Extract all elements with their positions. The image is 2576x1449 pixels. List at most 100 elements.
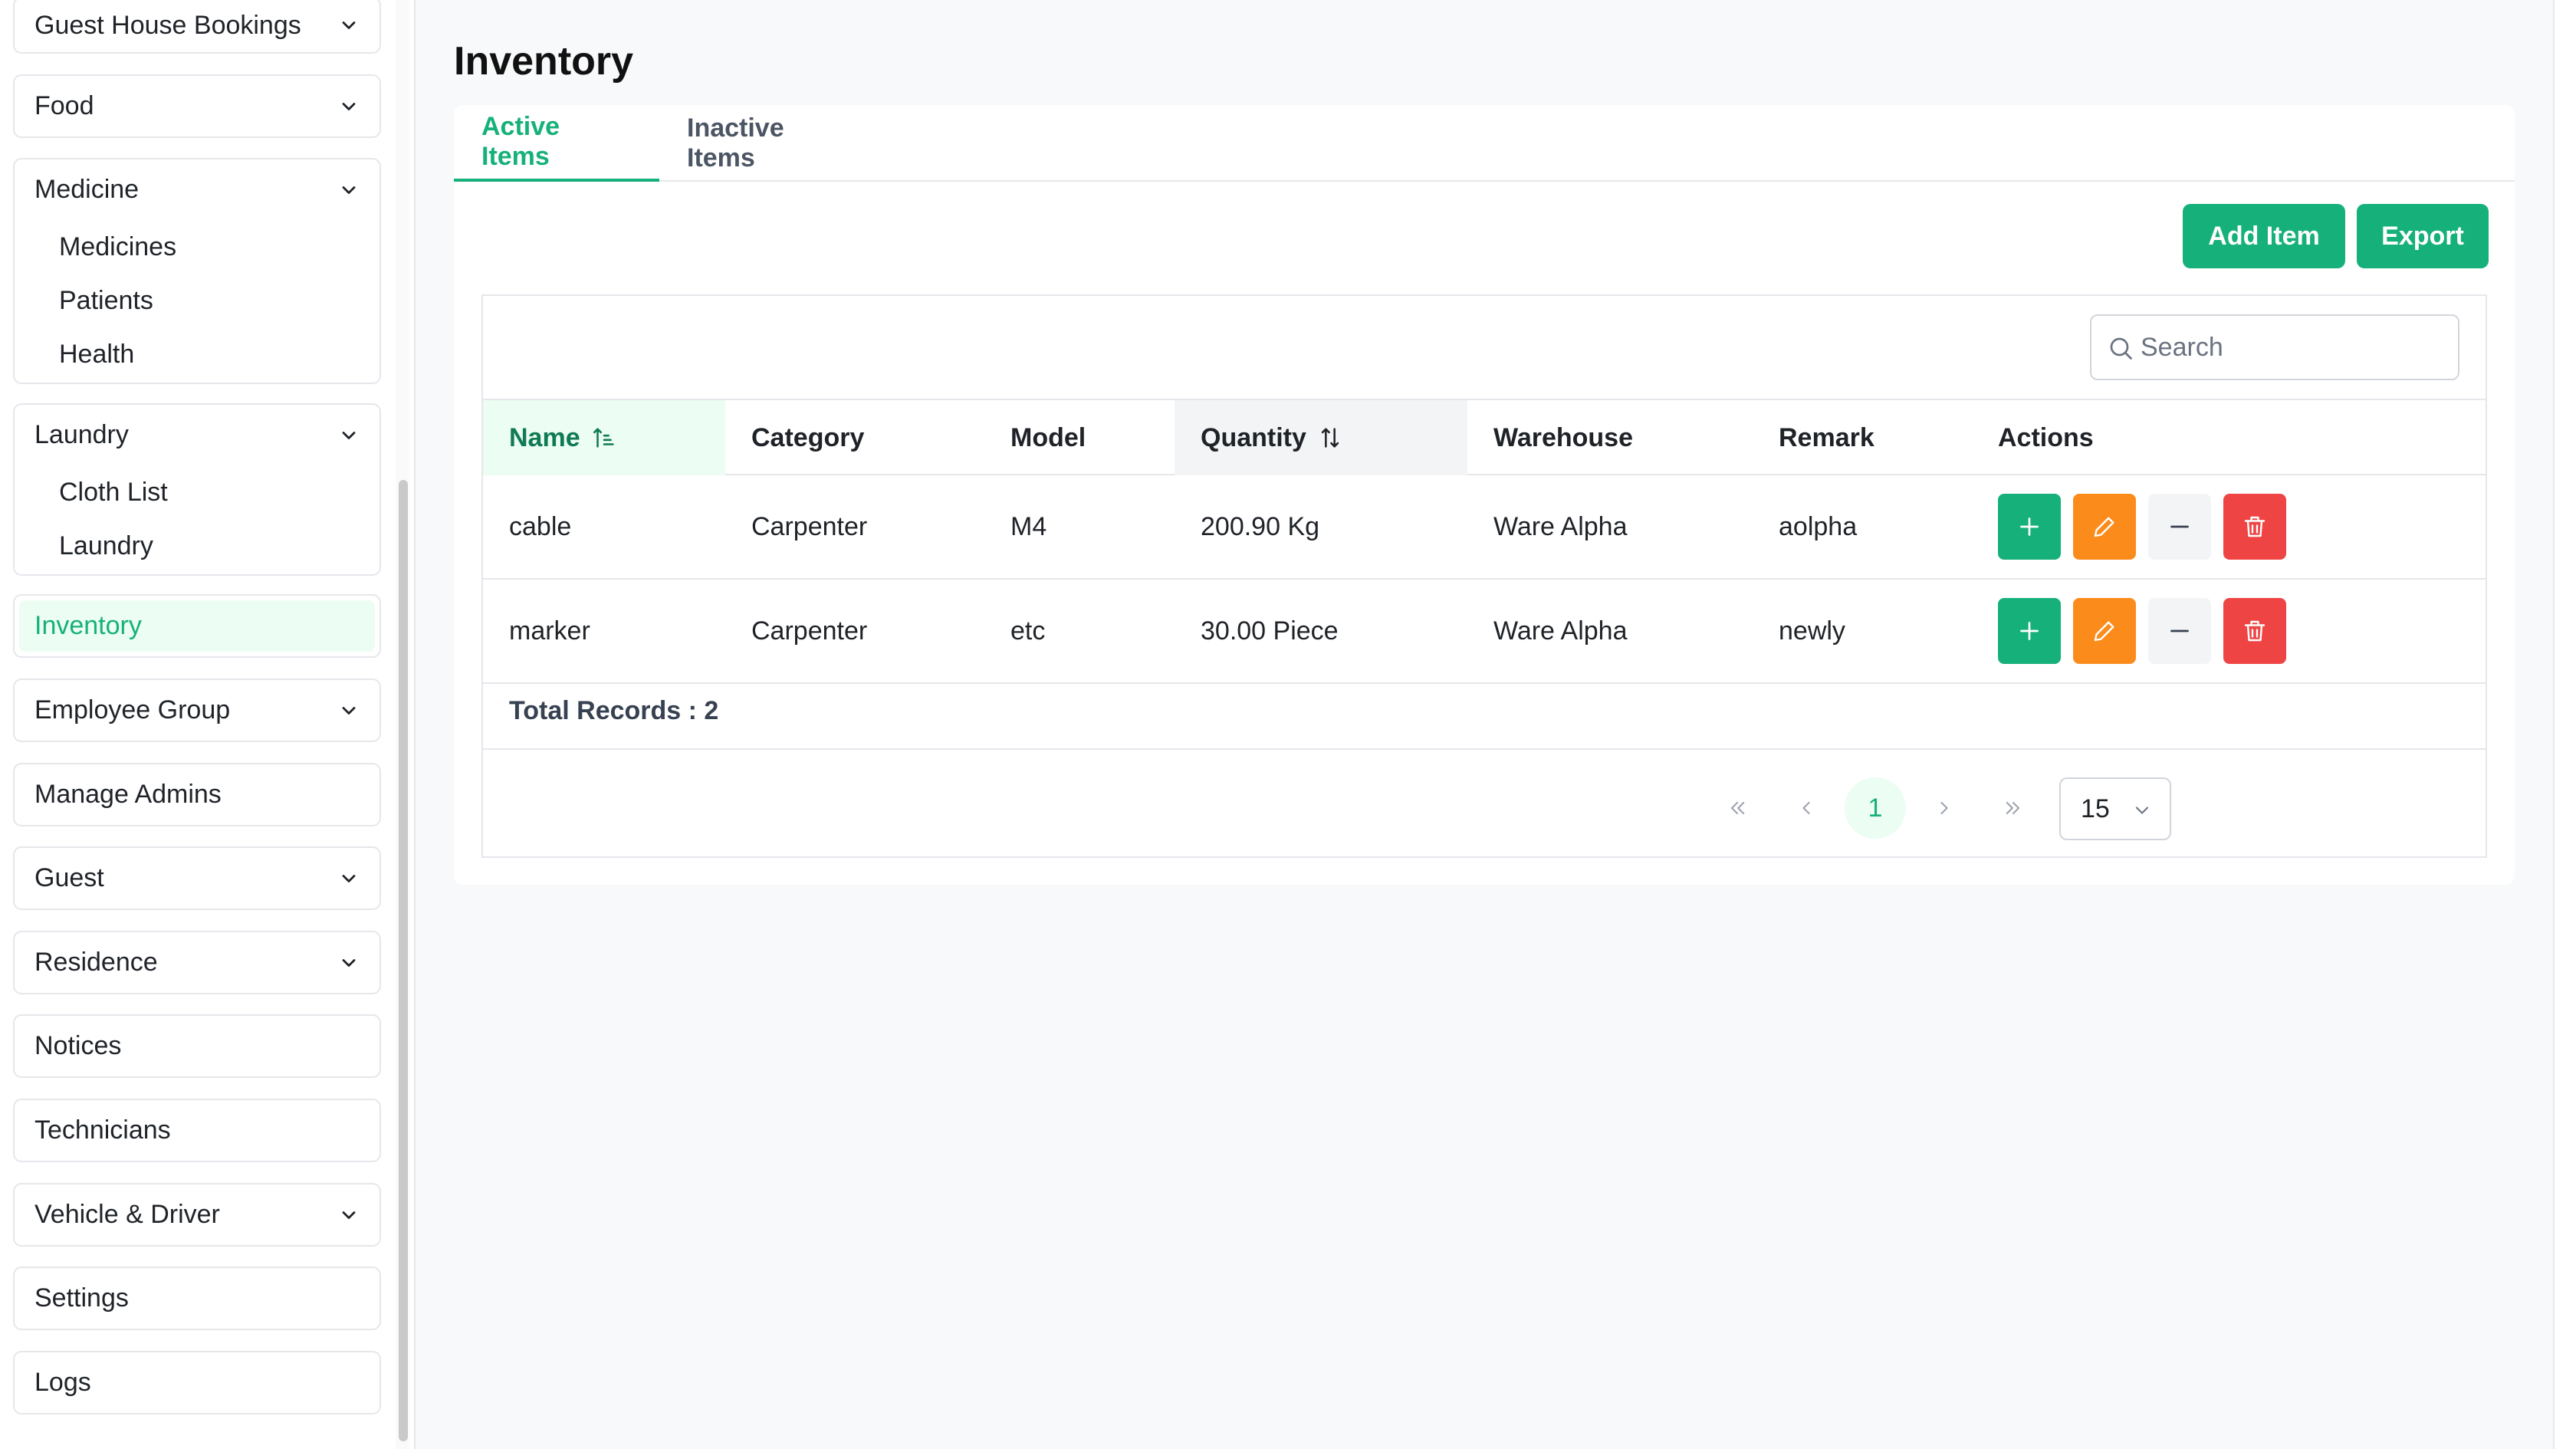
sidebar-item-logs[interactable]: Logs xyxy=(13,1351,381,1414)
cell-remark: aolpha xyxy=(1779,511,1858,541)
delete-button[interactable] xyxy=(2223,494,2286,560)
sidebar-item-inventory[interactable]: Inventory xyxy=(13,594,381,658)
chevrons-left-icon xyxy=(1730,801,1745,815)
sidebar-item-settings[interactable]: Settings xyxy=(13,1267,381,1330)
column-header-actions: Actions xyxy=(1998,422,2094,452)
sidebar-subitem-patients[interactable]: Patients xyxy=(15,274,380,327)
previous-page-button[interactable] xyxy=(1776,777,1837,839)
cell-remark: newly xyxy=(1779,616,1845,646)
sidebar-item-employee-group[interactable]: Employee Group xyxy=(13,678,381,742)
sort-ascending-icon xyxy=(593,428,614,448)
inventory-panel: Active Items Inactive Items Add Item Exp… xyxy=(454,105,2515,885)
chevron-down-icon xyxy=(338,425,360,446)
sidebar-item-label: Laundry xyxy=(34,420,129,449)
sidebar-item-residence[interactable]: Residence xyxy=(13,931,381,994)
sidebar-item-label: Logs xyxy=(34,1368,91,1397)
cell-name: cable xyxy=(509,511,572,541)
last-page-button[interactable] xyxy=(1983,777,2044,839)
chevron-down-icon xyxy=(338,1204,360,1226)
sidebar-item-notices[interactable]: Notices xyxy=(13,1014,381,1078)
sidebar-item-vehicle-driver[interactable]: Vehicle & Driver xyxy=(13,1183,381,1247)
cell-model: M4 xyxy=(1010,511,1047,541)
first-page-button[interactable] xyxy=(1707,777,1768,839)
page-title: Inventory xyxy=(454,39,634,84)
search-input[interactable] xyxy=(2141,332,2432,363)
cell-quantity: 30.00 Piece xyxy=(1201,616,1339,646)
sidebar-item-label: Residence xyxy=(34,948,158,977)
remove-stock-button[interactable] xyxy=(2148,494,2211,560)
chevron-down-icon xyxy=(338,952,360,974)
trash-icon xyxy=(2244,620,2266,642)
export-button[interactable]: Export xyxy=(2357,204,2489,268)
chevron-down-icon xyxy=(338,15,360,36)
column-header-label: Name xyxy=(509,422,580,452)
sidebar-item-guest-house-bookings[interactable]: Guest House Bookings xyxy=(13,0,381,54)
chevron-down-icon xyxy=(2135,807,2149,814)
column-header-model: Model xyxy=(1010,422,1086,452)
sidebar-item-label: Notices xyxy=(34,1031,122,1060)
per-page-select[interactable]: 15 xyxy=(2059,777,2171,840)
search-icon xyxy=(2110,337,2132,360)
sidebar-subitem-cloth-list[interactable]: Cloth List xyxy=(15,465,380,519)
sidebar-item-food[interactable]: Food xyxy=(13,74,381,138)
edit-button[interactable] xyxy=(2073,494,2136,560)
sidebar-subitem-medicines[interactable]: Medicines xyxy=(15,220,380,274)
sidebar-item-label: Manage Admins xyxy=(34,780,222,809)
sidebar-item-medicine[interactable]: Medicine Medicines Patients Health xyxy=(13,158,381,384)
sidebar-item-label: Guest xyxy=(34,863,104,892)
sidebar-subitem-laundry[interactable]: Laundry xyxy=(15,519,380,573)
per-page-value: 15 xyxy=(2081,794,2110,823)
column-header-category: Category xyxy=(751,422,865,452)
sidebar-item-label: Employee Group xyxy=(34,695,231,724)
page-number-button[interactable]: 1 xyxy=(1845,777,1906,839)
table-row: cable Carpenter M4 200.90 Kg Ware Alpha … xyxy=(483,475,2486,580)
inventory-table: Name Category Model Quantity Warehouse R… xyxy=(481,294,2487,858)
chevron-down-icon xyxy=(338,179,360,201)
sidebar-item-technicians[interactable]: Technicians xyxy=(13,1099,381,1162)
chevron-down-icon xyxy=(338,96,360,117)
tab-bar: Active Items Inactive Items xyxy=(454,105,2515,182)
add-item-button[interactable]: Add Item xyxy=(2183,204,2345,268)
sidebar-item-label: Guest House Bookings xyxy=(34,10,301,40)
divider xyxy=(483,748,2486,750)
tab-active-items[interactable]: Active Items xyxy=(454,105,659,182)
cell-name: marker xyxy=(509,616,590,646)
sidebar-item-label: Vehicle & Driver xyxy=(34,1200,220,1229)
plus-icon xyxy=(2020,518,2039,536)
sort-icon xyxy=(1321,428,1339,448)
sidebar-item-manage-admins[interactable]: Manage Admins xyxy=(13,763,381,826)
chevron-down-icon xyxy=(338,868,360,889)
sidebar-scrollbar-thumb[interactable] xyxy=(399,480,408,1441)
table-row: marker Carpenter etc 30.00 Piece Ware Al… xyxy=(483,580,2486,684)
add-stock-button[interactable] xyxy=(1998,494,2061,560)
pencil-icon xyxy=(2094,517,2114,537)
minus-icon xyxy=(2170,629,2189,632)
cell-quantity: 200.90 Kg xyxy=(1201,511,1320,541)
next-page-button[interactable] xyxy=(1914,777,1975,839)
search-box[interactable] xyxy=(2090,314,2459,380)
cell-warehouse: Ware Alpha xyxy=(1493,511,1628,541)
cell-model: etc xyxy=(1010,616,1046,646)
minus-icon xyxy=(2170,525,2189,528)
tab-inactive-items[interactable]: Inactive Items xyxy=(659,105,882,182)
trash-icon xyxy=(2244,516,2266,537)
sidebar-item-label: Settings xyxy=(34,1283,129,1313)
chevron-down-icon xyxy=(338,700,360,721)
column-header-remark: Remark xyxy=(1779,422,1875,452)
sidebar-subitem-health[interactable]: Health xyxy=(15,327,380,381)
cell-category: Carpenter xyxy=(751,511,868,541)
remove-stock-button[interactable] xyxy=(2148,598,2211,664)
column-header-name[interactable]: Name xyxy=(483,400,725,475)
sidebar-item-guest[interactable]: Guest xyxy=(13,846,381,910)
table-header: Name Category Model Quantity Warehouse R… xyxy=(483,399,2486,475)
delete-button[interactable] xyxy=(2223,598,2286,664)
sidebar-item-laundry[interactable]: Laundry Cloth List Laundry xyxy=(13,403,381,576)
add-stock-button[interactable] xyxy=(1998,598,2061,664)
sidebar-item-label: Technicians xyxy=(34,1116,171,1145)
chevrons-right-icon xyxy=(2006,801,2020,815)
chevron-left-icon xyxy=(1802,801,1810,815)
edit-button[interactable] xyxy=(2073,598,2136,664)
window-edge xyxy=(2553,0,2576,1449)
chevron-right-icon xyxy=(1940,801,1948,815)
column-header-quantity[interactable]: Quantity xyxy=(1175,400,1467,475)
